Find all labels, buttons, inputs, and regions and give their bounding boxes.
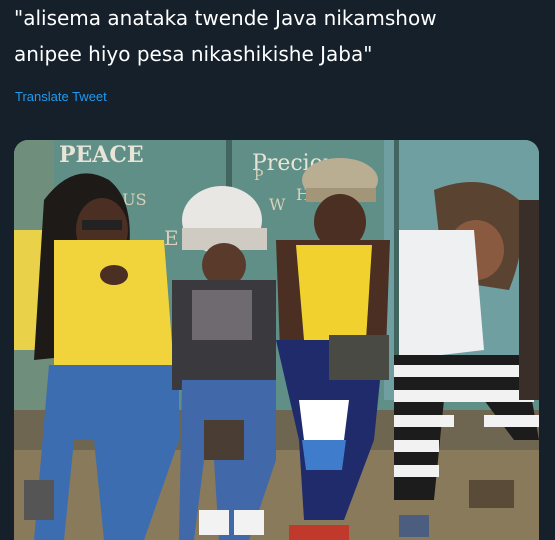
photo-illustration: PEACE Precious OUS E W H P: [14, 140, 539, 540]
wall-text-peace: PEACE: [59, 142, 144, 168]
translate-tweet-link[interactable]: Translate Tweet: [15, 89, 107, 104]
tweet-text-line-1: "alisema anataka twende Java nikamshow: [14, 6, 437, 30]
wall-text-p: P: [254, 168, 263, 184]
tweet-text-line-2: anipee hiyo pesa nikashikishe Jaba": [14, 42, 373, 66]
wall-text-w: W: [269, 195, 286, 214]
ground: [14, 440, 539, 540]
person-2: [172, 186, 276, 540]
wall-text-e: E: [164, 226, 179, 250]
tweet-photo[interactable]: PEACE Precious OUS E W H P: [14, 140, 539, 540]
